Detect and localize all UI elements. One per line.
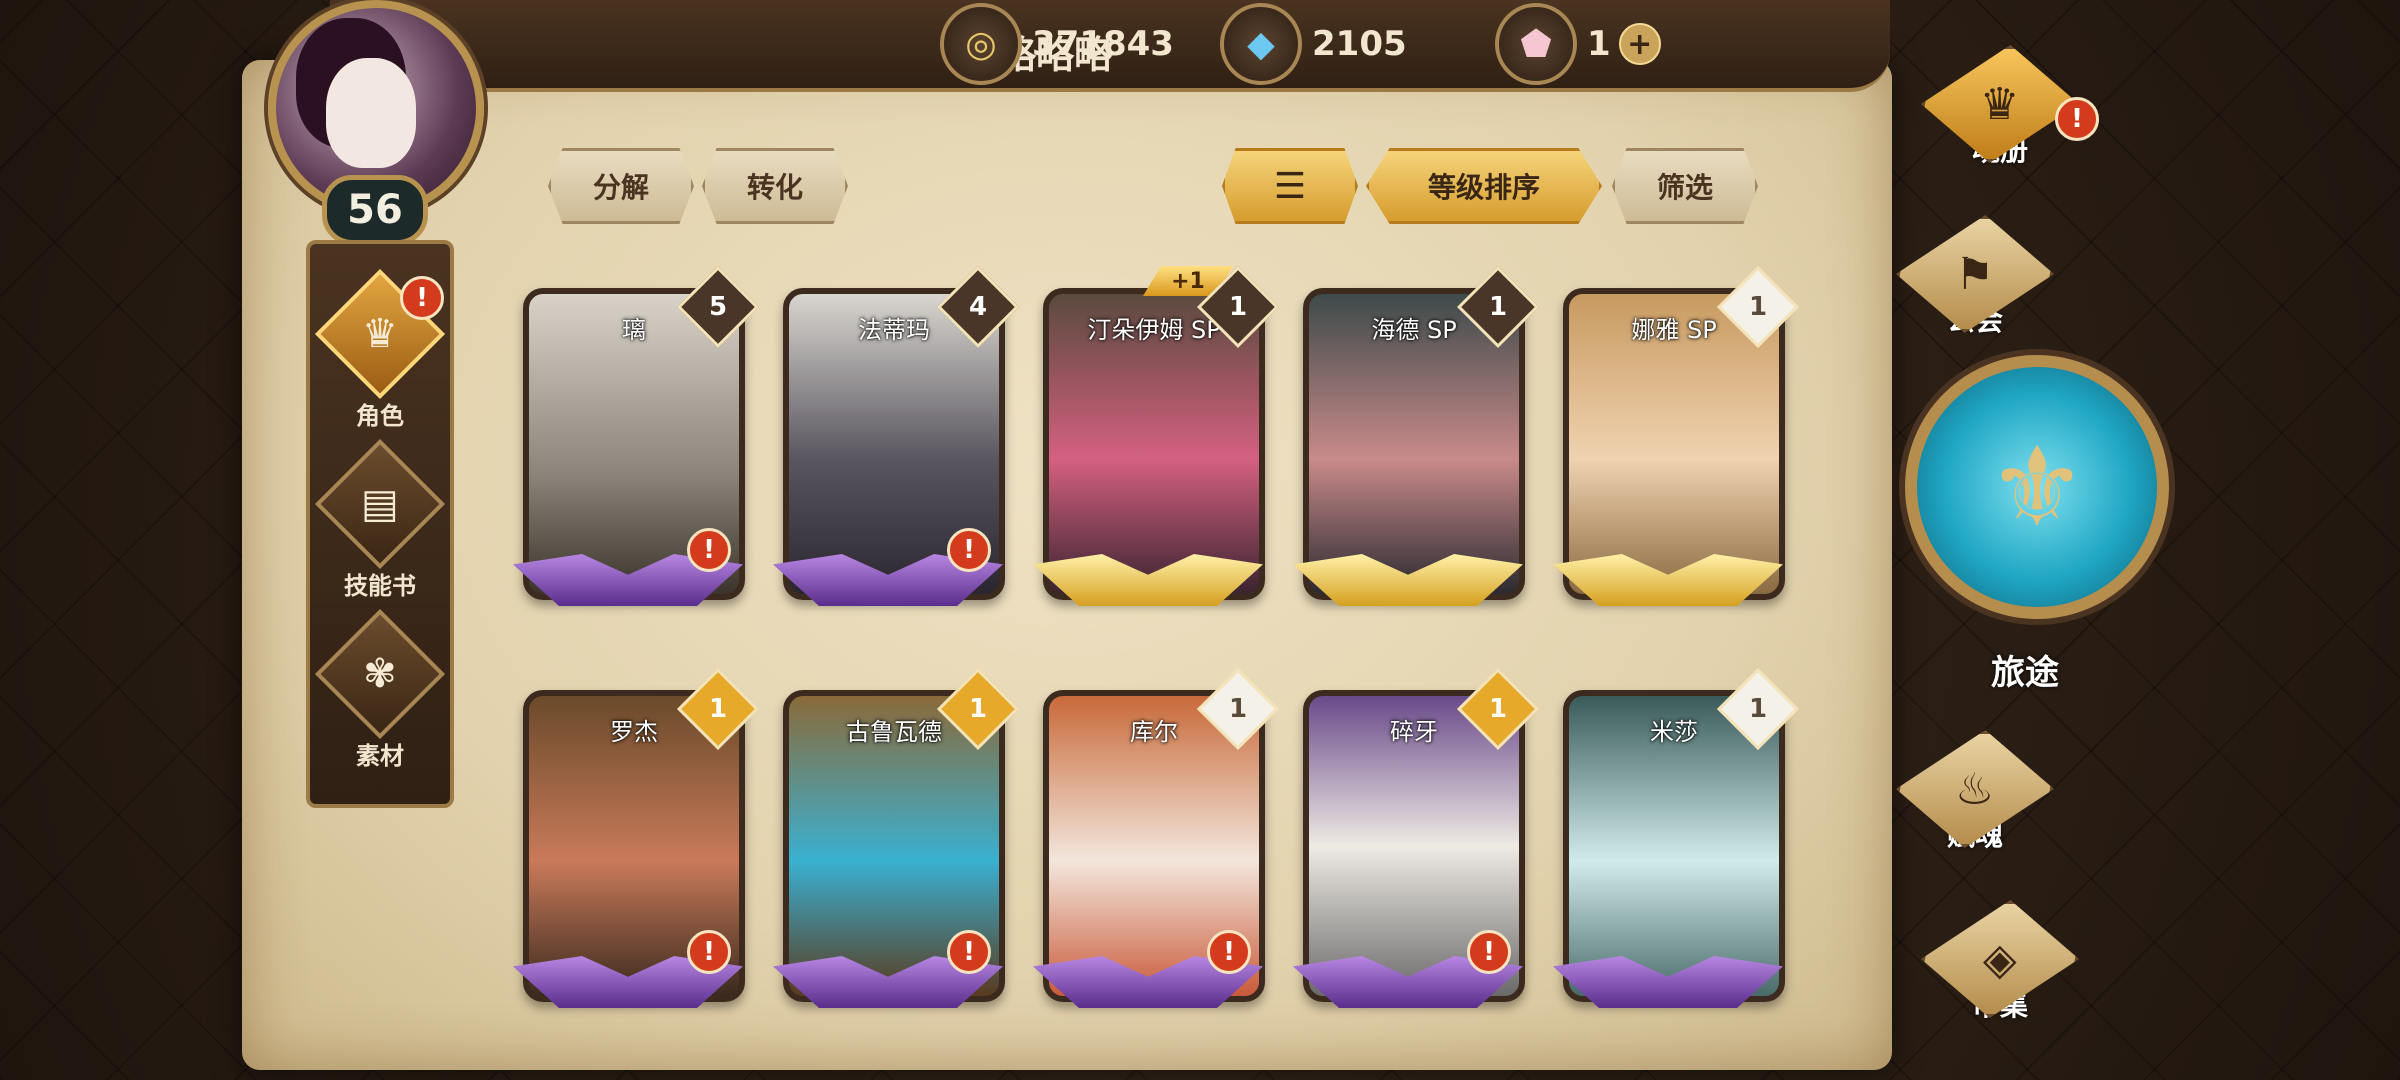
gem-market-icon: ◈ — [1911, 900, 2090, 1018]
left-sidebar: ♛ 角色 ! ▤ 技能书 ✾ 素材 — [306, 240, 454, 808]
sidebar-item-skillbook[interactable]: ▤ 技能书 — [310, 438, 450, 604]
pink-gem-icon: ⬟ — [1495, 3, 1577, 85]
add-gem-button[interactable]: + — [1618, 23, 1661, 65]
character-card[interactable]: 璃 5 ! — [513, 265, 760, 608]
sidebar-item-label: 技能书 — [344, 572, 416, 600]
character-card[interactable]: 海德 SP 1 — [1293, 265, 1540, 608]
nav-fusoul[interactable]: ♨ 赋魂 — [1880, 730, 2070, 880]
sort-order-button[interactable]: ☰ — [1222, 148, 1358, 224]
nav-soulbook[interactable]: ♛ 魂册 ! — [1905, 45, 2099, 195]
alert-icon: ! — [2055, 97, 2099, 141]
nav-market[interactable]: ◈ 市集 — [1905, 900, 2095, 1050]
character-card[interactable]: 碎牙 1 ! — [1293, 667, 1540, 1010]
resource-crystal: ◆ 2105 — [1220, 3, 1407, 85]
alert-icon: ! — [1467, 930, 1511, 974]
character-card[interactable]: 娜雅 SP 1 — [1553, 265, 1800, 608]
player-level: 56 — [322, 175, 428, 245]
guild-icon: ⚑ — [1886, 215, 2065, 333]
journey-icon: ⚜ — [1905, 355, 2169, 619]
character-card[interactable]: 米莎 1 — [1553, 667, 1800, 1010]
decompose-button[interactable]: 分解 — [548, 148, 694, 224]
character-card[interactable]: 罗杰 1 ! — [513, 667, 760, 1010]
flame-icon: ♨ — [1886, 730, 2065, 848]
player-avatar-block[interactable]: 56 — [250, 0, 500, 245]
material-icon: ✾ — [314, 608, 446, 740]
journey-button[interactable]: ⚜ 旅途 — [1905, 355, 2169, 693]
character-card[interactable]: 法蒂玛 4 ! — [773, 265, 1020, 608]
convert-button[interactable]: 转化 — [702, 148, 848, 224]
gold-value: 371843 — [1032, 24, 1174, 64]
journey-label: 旅途 — [1991, 653, 2059, 693]
crystal-value: 2105 — [1312, 24, 1407, 64]
gem-value: 1 — [1587, 24, 1611, 64]
character-card[interactable]: 汀朵伊姆 SP +1 1 — [1033, 265, 1280, 608]
nav-guild[interactable]: ⚑ 公会 — [1880, 215, 2070, 365]
character-card[interactable]: 库尔 1 ! — [1033, 667, 1280, 1010]
gold-coin-icon: ◎ — [940, 3, 1022, 85]
filter-button[interactable]: 筛选 — [1612, 148, 1758, 224]
sidebar-item-material[interactable]: ✾ 素材 — [310, 608, 450, 774]
sort-level-button[interactable]: 等级排序 — [1366, 148, 1602, 224]
skillbook-icon: ▤ — [314, 438, 446, 570]
sort-icon: ☰ — [1273, 165, 1307, 207]
alert-icon: ! — [1207, 930, 1251, 974]
resource-gold: ◎ 371843 — [940, 3, 1174, 85]
blue-crystal-icon: ◆ — [1220, 3, 1302, 85]
sidebar-item-label: 角色 — [356, 402, 404, 430]
character-card[interactable]: 古鲁瓦德 1 ! — [773, 667, 1020, 1010]
alert-icon: ! — [947, 930, 991, 974]
alert-icon: ! — [687, 528, 731, 572]
alert-icon: ! — [400, 276, 444, 320]
top-bar: 略略略 ◎ 371843 ◆ 2105 ⬟ 1 + — [330, 0, 1890, 92]
sidebar-item-label: 素材 — [356, 742, 404, 770]
alert-icon: ! — [687, 930, 731, 974]
alert-icon: ! — [947, 528, 991, 572]
sidebar-item-character[interactable]: ♛ 角色 ! — [310, 268, 450, 434]
resource-gem: ⬟ 1 + — [1495, 3, 1661, 85]
